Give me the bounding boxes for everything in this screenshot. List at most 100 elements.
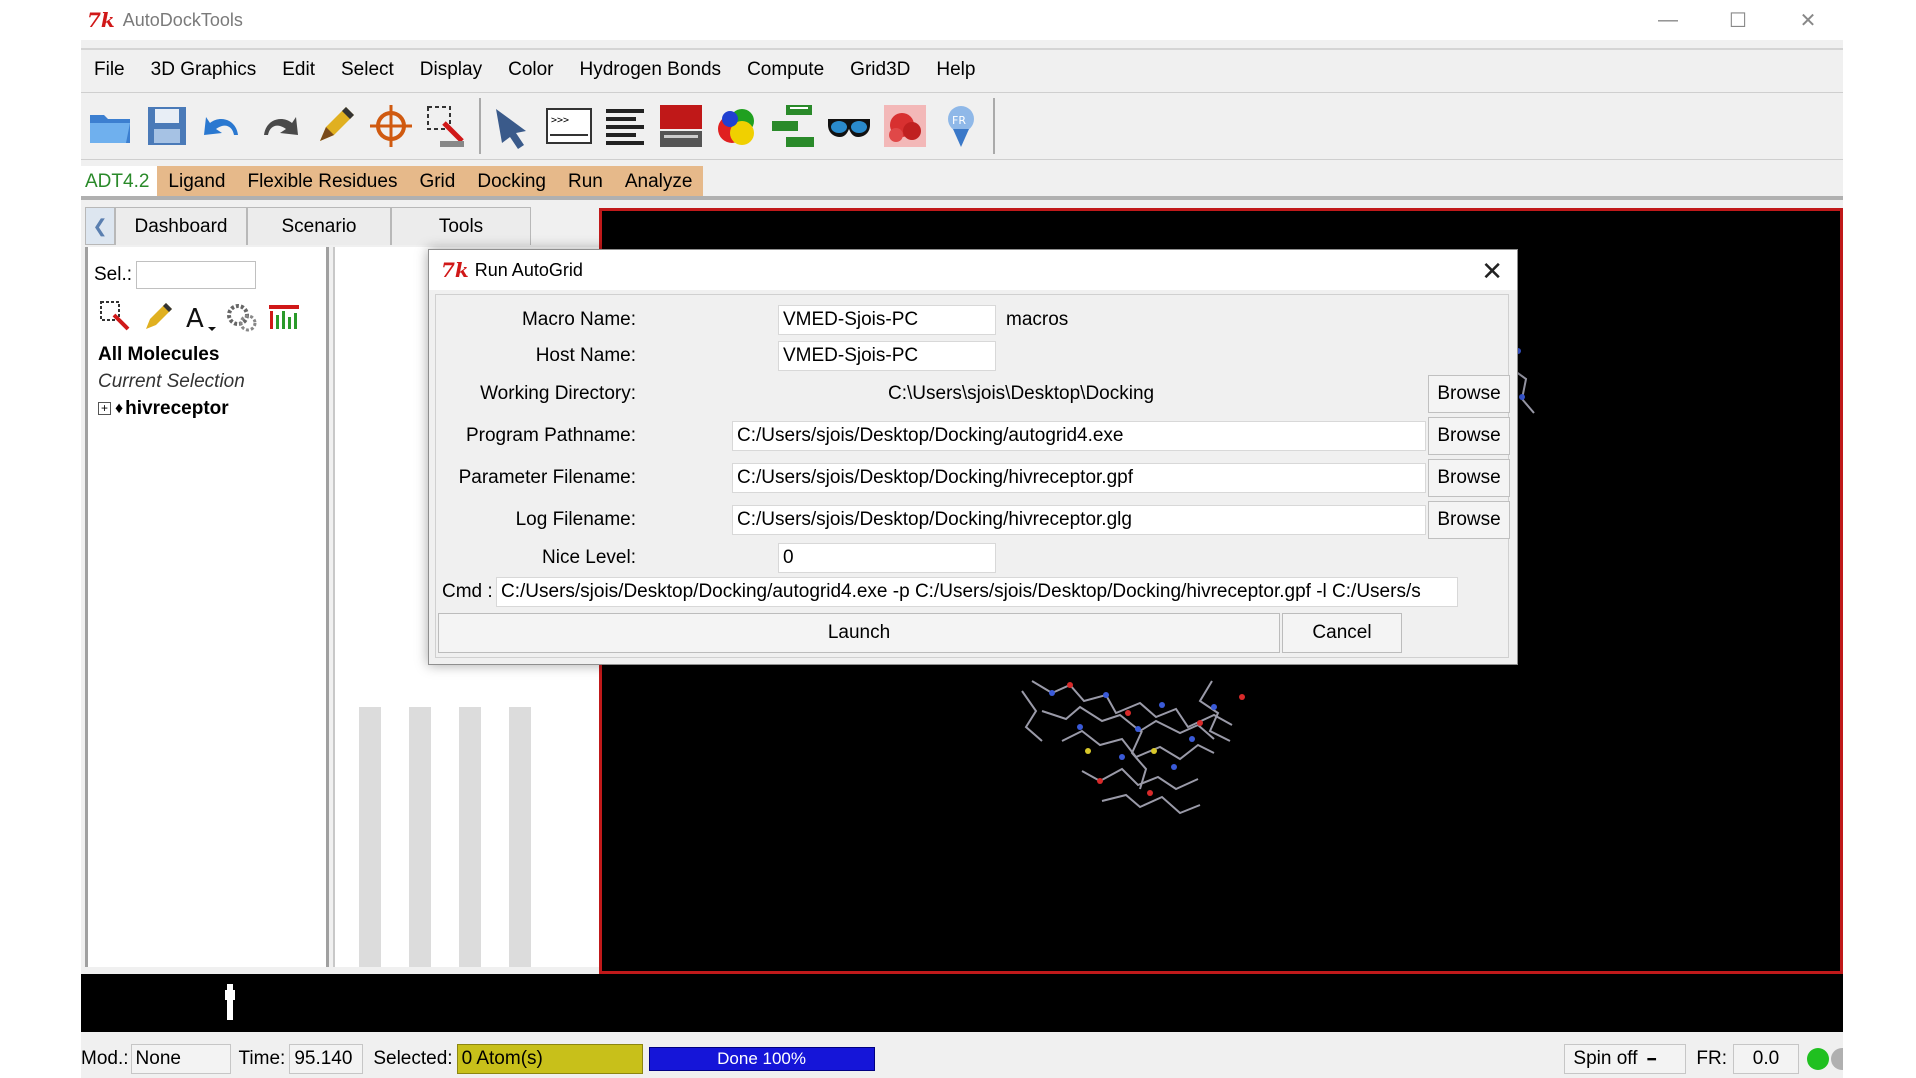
- molecule-node[interactable]: + ♦ hivreceptor: [98, 395, 245, 422]
- mod-value: None: [130, 1044, 231, 1074]
- menu-color[interactable]: Color: [495, 59, 566, 81]
- menu-display[interactable]: Display: [407, 59, 495, 81]
- frame-slider[interactable]: [225, 984, 235, 1020]
- working-directory-value: C:\Users\sjois\Desktop\Docking: [888, 383, 1155, 404]
- stereo-glasses-icon[interactable]: [821, 95, 877, 157]
- run-autogrid-dialog: 7k Run AutoGrid ✕ Macro Name: VMED-Sjois…: [428, 249, 1518, 665]
- maximize-button[interactable]: ☐: [1703, 0, 1773, 40]
- histogram-icon[interactable]: [264, 297, 304, 337]
- sel-label: Sel.:: [94, 264, 133, 285]
- status-bar: Mod.: None Time: 95.140 Selected: 0 Atom…: [81, 1040, 1843, 1078]
- monitor-icon[interactable]: [653, 95, 709, 157]
- molecule-surface-icon[interactable]: [877, 95, 933, 157]
- program-pathname-label: Program Pathname:: [465, 425, 636, 446]
- adt-tab-grid[interactable]: Grid: [408, 166, 466, 196]
- tab-tools[interactable]: Tools: [391, 207, 531, 245]
- pencil-icon[interactable]: [307, 95, 363, 157]
- animation-strip: [81, 974, 1843, 1032]
- program-pathname-field[interactable]: C:/Users/sjois/Desktop/Docking/autogrid4…: [732, 421, 1426, 451]
- menu-edit[interactable]: Edit: [269, 59, 328, 81]
- dialog-title: Run AutoGrid: [474, 259, 583, 280]
- select-region-icon[interactable]: [419, 95, 475, 157]
- adt-tab-run[interactable]: Run: [557, 166, 614, 196]
- menu-select[interactable]: Select: [328, 59, 407, 81]
- tk-logo-icon: 7k: [87, 8, 115, 32]
- open-folder-icon[interactable]: [83, 95, 139, 157]
- menu-compute[interactable]: Compute: [734, 59, 837, 81]
- close-button[interactable]: ✕: [1773, 0, 1843, 40]
- adt-tab-ligand[interactable]: Ligand: [157, 166, 236, 196]
- dialog-title-bar: 7k Run AutoGrid ✕: [429, 250, 1517, 290]
- spin-toggle[interactable]: Spin off ━: [1564, 1044, 1687, 1074]
- cancel-button[interactable]: Cancel: [1282, 613, 1402, 653]
- app-window: 7k AutoDockTools — ☐ ✕ File 3D Graphics …: [81, 0, 1843, 1078]
- host-name-label: Host Name:: [535, 345, 636, 366]
- title-bar: 7k AutoDockTools — ☐ ✕: [81, 0, 1843, 40]
- selected-label: Selected:: [373, 1048, 453, 1069]
- tab-scenario[interactable]: Scenario: [247, 207, 391, 245]
- menu-help[interactable]: Help: [923, 59, 988, 81]
- menu-file[interactable]: File: [81, 59, 138, 81]
- crosshair-icon[interactable]: [363, 95, 419, 157]
- menu-grid3d[interactable]: Grid3D: [837, 59, 923, 81]
- gears-icon[interactable]: [222, 297, 262, 337]
- progress-bar: Done 100%: [648, 1047, 875, 1071]
- spin-label: Spin off: [1573, 1048, 1638, 1069]
- minimize-button[interactable]: —: [1633, 0, 1703, 40]
- macro-name-label: Macro Name:: [521, 309, 636, 330]
- align-text-icon[interactable]: [597, 95, 653, 157]
- all-molecules-node[interactable]: All Molecules: [98, 341, 245, 368]
- svg-text:A: A: [186, 304, 204, 334]
- browse-program-button[interactable]: Browse: [1428, 417, 1510, 455]
- selection-input[interactable]: [136, 261, 257, 289]
- hierarchy-icon[interactable]: [765, 95, 821, 157]
- molecule-name: hivreceptor: [125, 398, 229, 419]
- log-filename-field[interactable]: C:/Users/sjois/Desktop/Docking/hivrecept…: [732, 505, 1426, 535]
- pointer-pen-icon[interactable]: [485, 95, 541, 157]
- macro-name-field[interactable]: VMED-Sjois-PC: [778, 305, 996, 335]
- dialog-close-icon[interactable]: ✕: [1481, 256, 1503, 287]
- host-name-field[interactable]: VMED-Sjois-PC: [778, 341, 996, 371]
- tab-dashboard[interactable]: Dashboard: [115, 207, 247, 245]
- mod-label: Mod.:: [81, 1048, 129, 1069]
- adt-tab-flexible-residues[interactable]: Flexible Residues: [236, 166, 408, 196]
- progress-bar-track: Done 100%: [648, 1047, 875, 1071]
- color-shapes-icon[interactable]: [709, 95, 765, 157]
- browse-working-directory-button[interactable]: Browse: [1428, 375, 1510, 413]
- python-shell-icon[interactable]: >>>: [541, 95, 597, 157]
- svg-text:>>>: >>>: [551, 115, 569, 126]
- adt-version-tab[interactable]: ADT4.2: [81, 166, 158, 196]
- adt-tab-analyze[interactable]: Analyze: [614, 166, 704, 196]
- cmd-field[interactable]: C:/Users/sjois/Desktop/Docking/autogrid4…: [496, 577, 1458, 607]
- working-directory-label: Working Directory:: [480, 383, 636, 404]
- label-text-icon[interactable]: A: [180, 297, 220, 337]
- fr-pin-icon[interactable]: FR: [933, 95, 989, 157]
- browse-log-button[interactable]: Browse: [1428, 501, 1510, 539]
- current-selection-node[interactable]: Current Selection: [98, 368, 245, 395]
- select-icon[interactable]: [96, 297, 136, 337]
- adt-tab-docking[interactable]: Docking: [466, 166, 557, 196]
- nice-level-field[interactable]: 0: [778, 543, 996, 573]
- collapse-arrow-icon[interactable]: ❮: [85, 207, 115, 245]
- dialog-body: Macro Name: VMED-Sjois-PC macros Host Na…: [435, 294, 1510, 658]
- edit-pencil-icon[interactable]: [138, 297, 178, 337]
- expand-plus-icon[interactable]: +: [98, 402, 111, 415]
- undo-icon[interactable]: [195, 95, 251, 157]
- column-stripe: [409, 707, 431, 967]
- fr-label: FR:: [1696, 1048, 1727, 1069]
- parameter-filename-field[interactable]: C:/Users/sjois/Desktop/Docking/hivrecept…: [732, 463, 1426, 493]
- parameter-filename-label: Parameter Filename:: [458, 467, 636, 488]
- tk-logo-icon: 7k: [441, 258, 469, 282]
- save-icon[interactable]: [139, 95, 195, 157]
- status-light-green-icon: [1807, 1048, 1829, 1070]
- browse-parameter-button[interactable]: Browse: [1428, 459, 1510, 497]
- redo-icon[interactable]: [251, 95, 307, 157]
- nice-level-label: Nice Level:: [542, 547, 636, 568]
- column-stripe: [359, 707, 381, 967]
- menu-hydrogen-bonds[interactable]: Hydrogen Bonds: [567, 59, 735, 81]
- menu-3d-graphics[interactable]: 3D Graphics: [138, 59, 270, 81]
- column-stripe: [509, 707, 531, 967]
- time-label: Time:: [238, 1048, 286, 1069]
- cmd-label: Cmd :: [442, 581, 493, 602]
- launch-button[interactable]: Launch: [438, 613, 1280, 653]
